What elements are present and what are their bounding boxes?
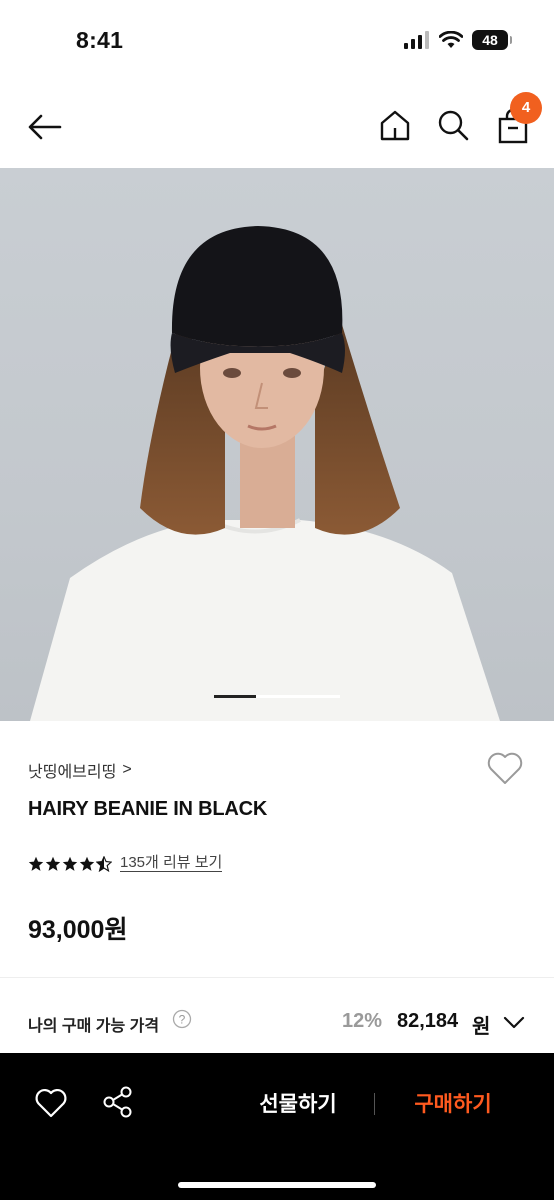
help-question-icon[interactable]: ? (172, 1009, 192, 1029)
battery-icon: 48 (472, 30, 512, 50)
search-icon[interactable] (436, 108, 470, 142)
review-link[interactable]: 135개 리뷰 보기 (120, 854, 223, 872)
my-price-label: 나의 구매 가능 가격 (28, 1018, 160, 1035)
status-time: 8:41 (76, 27, 124, 53)
rating-stars (28, 856, 112, 872)
wifi-icon (439, 31, 463, 48)
heart-icon[interactable] (34, 1087, 68, 1119)
product-price: 93,000원 (28, 916, 128, 944)
model-photo (30, 226, 500, 721)
home-icon[interactable] (378, 108, 412, 142)
product-name: HAIRY BEANIE IN BLACK (28, 798, 268, 820)
divider (0, 977, 554, 978)
svg-text:?: ? (179, 1013, 186, 1027)
chevron-right-icon: > (122, 761, 132, 778)
half-star-icon (96, 856, 112, 872)
discount-rate: 12% (342, 1010, 383, 1032)
star-icon (28, 856, 44, 871)
brand-link[interactable]: 낫띵에브리띵 > (28, 758, 132, 782)
gallery-pager-indicator (214, 695, 256, 698)
star-icon (45, 856, 61, 871)
cart-count-badge: 4 (510, 92, 542, 124)
my-price-amount: 82,184 (397, 1010, 459, 1032)
star-icon (79, 856, 95, 871)
chevron-down-icon[interactable] (502, 1012, 526, 1032)
status-icons: 48 (404, 30, 512, 50)
my-price-unit: 원 (472, 1016, 491, 1038)
gift-button[interactable]: 선물하기 (240, 1087, 356, 1119)
signal-icon (404, 31, 429, 49)
wishlist-heart-icon[interactable] (486, 750, 524, 786)
brand-name: 낫띵에브리띵 (28, 764, 117, 781)
share-icon[interactable] (102, 1085, 134, 1119)
star-icon (62, 856, 78, 871)
product-image[interactable] (0, 168, 554, 721)
button-separator (374, 1093, 375, 1115)
status-bar: 8:41 48 (0, 0, 554, 84)
home-indicator (178, 1182, 376, 1188)
bottom-action-bar: 선물하기 구매하기 (0, 1053, 554, 1200)
buy-button[interactable]: 구매하기 (400, 1087, 506, 1119)
back-arrow-icon[interactable] (26, 108, 64, 146)
top-nav (0, 84, 554, 168)
